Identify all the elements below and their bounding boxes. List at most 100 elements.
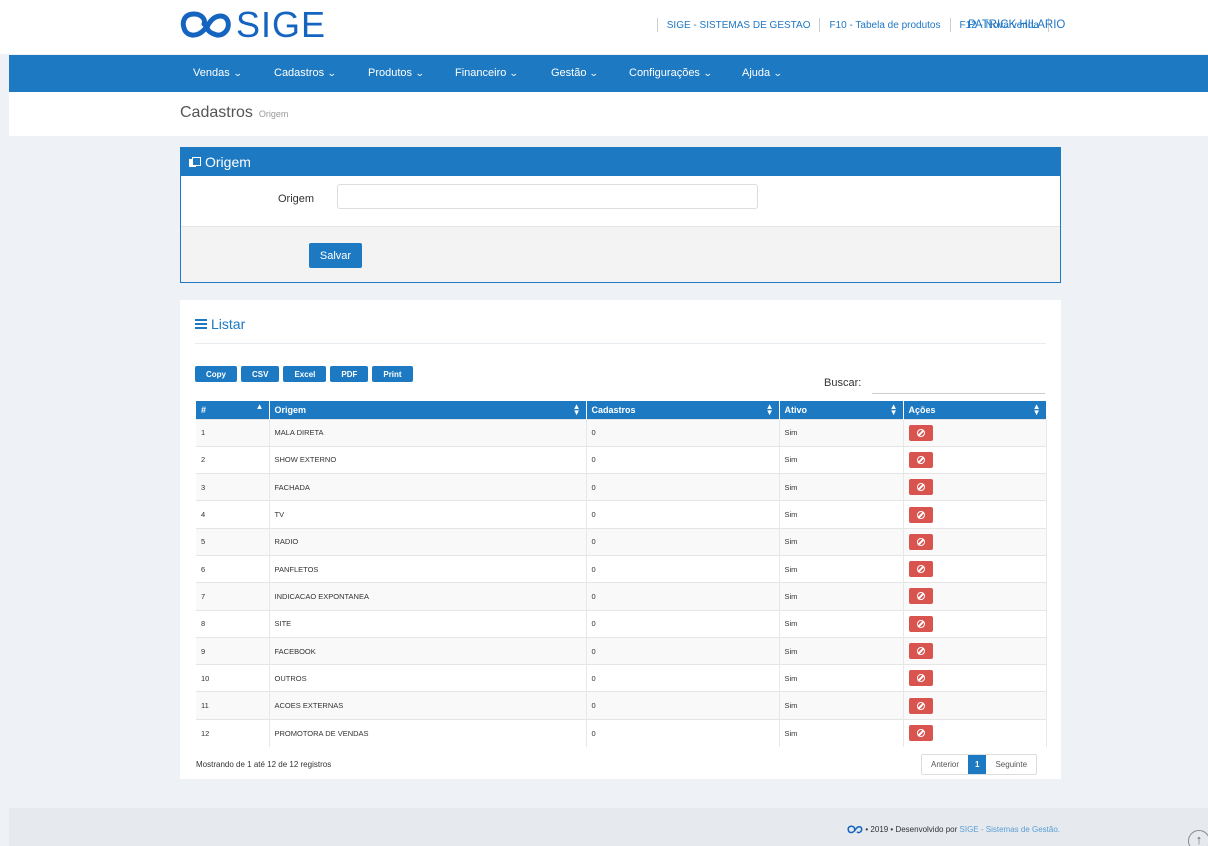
form-actions: Salvar [181, 226, 1060, 282]
cell-acoes [903, 473, 1047, 501]
sort-icon: ▲ ▼ [1032, 402, 1041, 417]
sort-icon: ▲ ▼ [572, 402, 581, 417]
nav-label: Configurações [629, 67, 700, 79]
table-row: 3 FACHADA 0 Sim [196, 473, 1047, 501]
cell-id: 6 [196, 554, 270, 583]
ban-icon [916, 619, 925, 628]
cell-acoes [903, 582, 1047, 611]
cell-ativo: Sim [779, 609, 904, 638]
print-button[interactable]: Print [372, 366, 413, 382]
cell-acoes [903, 527, 1047, 556]
footer-brand-link[interactable]: SIGE - Sistemas de Gestão. [960, 825, 1060, 834]
user-menu[interactable]: PATRICK HILARIO [968, 19, 1065, 31]
ban-icon [916, 428, 925, 437]
nav-label: Financeiro [455, 67, 507, 79]
ban-icon [916, 483, 925, 492]
link-tabela-produtos[interactable]: F10 - Tabela de produtos [829, 20, 940, 31]
pagination: Anterior 1 Seguinte [921, 754, 1038, 775]
col-header-origem[interactable]: Origem ▲ ▼ [269, 401, 587, 419]
disable-button[interactable] [908, 725, 933, 742]
nav-label: Vendas [193, 67, 230, 79]
nav-financeiro[interactable]: Financeiro ⌄ [455, 67, 519, 79]
cell-ativo: Sim [779, 636, 904, 665]
cell-ativo: Sim [779, 527, 904, 556]
nav-ajuda[interactable]: Ajuda ⌄ [742, 67, 783, 79]
copy-button[interactable]: Copy [195, 366, 237, 382]
cell-cadastros: 0 [586, 664, 780, 692]
cell-id: 11 [196, 691, 270, 720]
cell-origem: MALA DIRETA [269, 418, 587, 447]
cell-ativo: Sim [779, 445, 904, 474]
col-header-ativo[interactable]: Ativo ▲ ▼ [779, 401, 904, 419]
col-header-cadastros[interactable]: Cadastros ▲ ▼ [586, 401, 780, 419]
copy-icon [189, 157, 201, 167]
nav-vendas[interactable]: Vendas ⌄ [193, 67, 242, 79]
excel-button[interactable]: Excel [283, 366, 327, 382]
search-input[interactable] [872, 374, 1045, 394]
cell-acoes [903, 445, 1047, 474]
pdf-button[interactable]: PDF [330, 366, 369, 382]
page-subtitle: Origem [258, 109, 289, 119]
cell-id: 1 [196, 418, 270, 447]
csv-button[interactable]: CSV [241, 366, 280, 382]
panel-header: Origem [181, 148, 1060, 176]
disable-button[interactable] [908, 451, 933, 468]
prev-page-button[interactable]: Anterior [922, 755, 968, 774]
ban-icon [916, 455, 925, 464]
nav-gestao[interactable]: Gestão ⌄ [551, 67, 599, 79]
table-row: 11 ACOES EXTERNAS 0 Sim [196, 691, 1047, 720]
disable-button[interactable] [908, 615, 933, 632]
disable-button[interactable] [908, 424, 933, 441]
cell-acoes [903, 418, 1047, 447]
disable-button[interactable] [908, 697, 933, 714]
link-sige[interactable]: SIGE - SISTEMAS DE GESTAO [667, 20, 811, 31]
disable-button[interactable] [908, 533, 933, 550]
ban-icon [916, 701, 925, 710]
divider [195, 343, 1046, 344]
origem-input[interactable] [337, 184, 758, 209]
disable-button[interactable] [908, 643, 933, 660]
ban-icon [916, 592, 925, 601]
disable-button[interactable] [908, 479, 933, 496]
cell-id: 9 [196, 636, 270, 665]
nav-configuracoes[interactable]: Configurações ⌄ [629, 67, 713, 79]
next-page-button[interactable]: Seguinte [986, 755, 1036, 774]
table-info: Mostrando de 1 até 12 de 12 registros [196, 760, 332, 769]
cell-ativo: Sim [779, 718, 904, 747]
export-toolbar: Copy CSV Excel PDF Print [195, 366, 413, 382]
cell-cadastros: 0 [586, 718, 780, 747]
nav-cadastros[interactable]: Cadastros ⌄ [274, 67, 337, 79]
logo[interactable]: SIGE [180, 4, 326, 46]
save-button[interactable]: Salvar [309, 243, 362, 268]
origem-field-label: Origem [278, 193, 315, 205]
nav-produtos[interactable]: Produtos ⌄ [368, 67, 425, 79]
cell-origem: ACOES EXTERNAS [269, 691, 587, 720]
disable-button[interactable] [908, 506, 933, 523]
nav-label: Cadastros [274, 67, 325, 79]
disable-button[interactable] [908, 588, 933, 605]
top-header: SIGE SIGE - SISTEMAS DE GESTAO F10 - Tab… [0, 0, 1208, 54]
disable-button[interactable] [908, 670, 933, 687]
cell-id: 10 [196, 664, 270, 692]
col-header-acoes[interactable]: Ações ▲ ▼ [903, 401, 1047, 419]
table-header-row: # ▲ Origem ▲ ▼ Cadastros ▲ ▼ Ativo ▲ ▼ Ações ▲ ▼ [196, 401, 1047, 419]
chevron-down-icon: ⌄ [414, 68, 425, 78]
cell-cadastros: 0 [586, 609, 780, 638]
cell-ativo: Sim [779, 418, 904, 447]
cell-ativo: Sim [779, 691, 904, 720]
arrow-up-icon[interactable]: ↑ [1188, 830, 1208, 846]
cell-id: 2 [196, 445, 270, 474]
page-1-button[interactable]: 1 [968, 755, 987, 774]
table-row: 5 RADIO 0 Sim [196, 527, 1047, 556]
disable-button[interactable] [908, 561, 933, 578]
cell-id: 8 [196, 609, 270, 638]
divider [819, 18, 821, 32]
cell-origem: RADIO [269, 527, 587, 556]
cell-acoes [903, 609, 1047, 638]
cell-cadastros: 0 [586, 636, 780, 665]
col-header-id[interactable]: # ▲ [196, 401, 270, 419]
cell-origem: PROMOTORA DE VENDAS [269, 718, 587, 747]
sort-icon: ▲ ▼ [889, 402, 898, 417]
col-header-label: Origem [274, 404, 307, 415]
cell-cadastros: 0 [586, 445, 780, 474]
